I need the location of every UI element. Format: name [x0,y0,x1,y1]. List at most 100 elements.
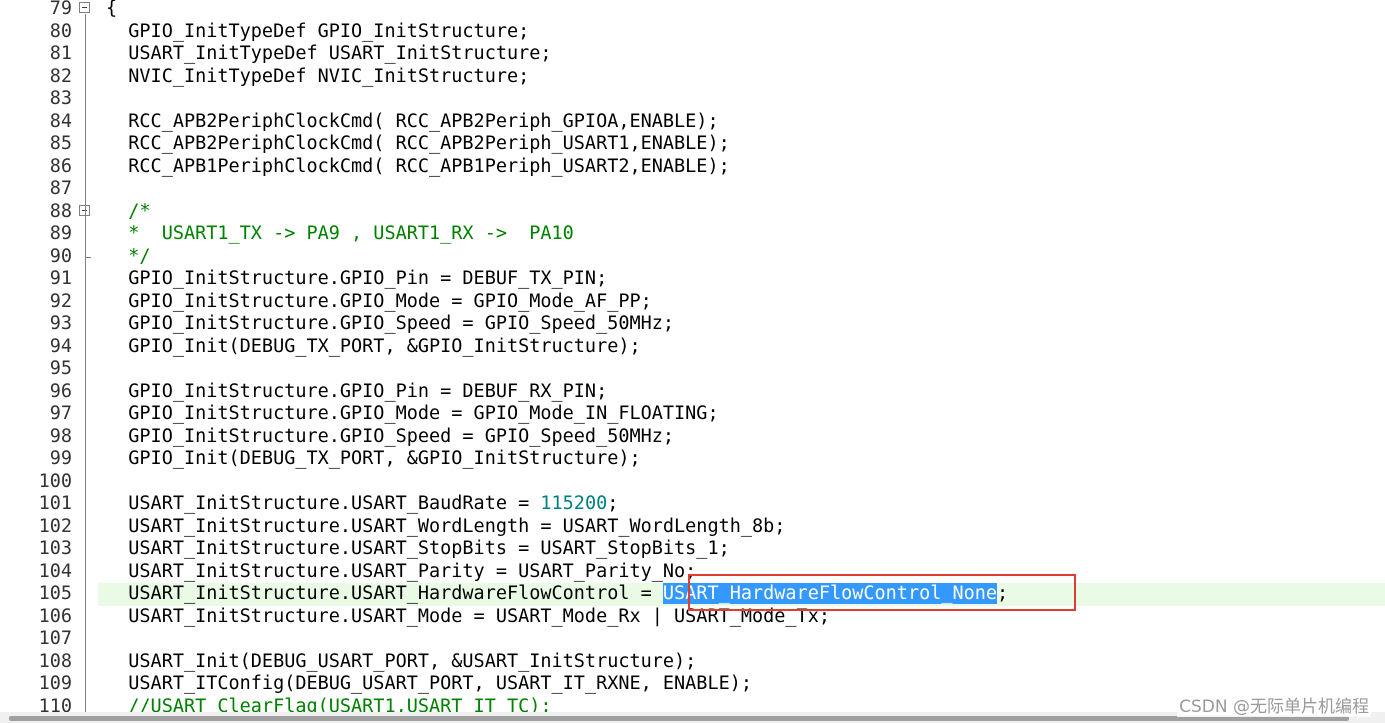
code-line[interactable]: 97 GPIO_InitStructure.GPIO_Mode = GPIO_M… [0,403,1385,426]
line-number: 103 [38,538,72,559]
code-line[interactable]: 101 USART_InitStructure.USART_BaudRate =… [0,493,1385,516]
code-line[interactable]: 107 [0,628,1385,651]
line-number: 104 [38,560,72,582]
code-token: GPIO_InitStructure.GPIO_Pin = DEBUF_RX_P… [106,380,608,402]
code-line[interactable]: 82 NVIC_InitTypeDef NVIC_InitStructure; [0,66,1385,89]
fold-collapse-icon[interactable] [79,2,90,13]
code-text: GPIO_InitStructure.GPIO_Speed = GPIO_Spe… [106,313,674,336]
code-line[interactable]: 99 GPIO_Init(DEBUG_TX_PORT, &GPIO_InitSt… [0,448,1385,471]
line-number: 109 [38,673,72,694]
line-number: 100 [38,470,72,492]
code-text: USART_InitStructure.USART_Mode = USART_M… [106,606,830,629]
code-line[interactable]: 90 */ [0,245,1385,269]
code-token: USART_InitStructure.USART_StopBits = USA… [106,538,730,559]
code-line[interactable]: 96 GPIO_InitStructure.GPIO_Pin = DEBUF_R… [0,381,1385,404]
comment-token: */ [106,245,151,267]
line-number: 86 [49,155,72,177]
fold-guide-line [84,216,86,256]
code-token: GPIO_InitStructure.GPIO_Pin = DEBUF_TX_P… [106,268,608,289]
code-text: USART_InitStructure.USART_HardwareFlowCo… [106,583,1008,606]
code-line[interactable]: 86 RCC_APB1PeriphClockCmd( RCC_APB1Perip… [0,156,1385,179]
code-line[interactable]: 83 [0,88,1385,111]
fold-end-marker [85,256,91,258]
code-text: /* [106,201,150,224]
code-line[interactable]: 106 USART_InitStructure.USART_Mode = USA… [0,606,1385,629]
code-token: GPIO_Init(DEBUG_TX_PORT, &GPIO_InitStruc… [106,448,641,469]
line-number: 91 [49,268,72,289]
code-token: GPIO_InitStructure.GPIO_Speed = GPIO_Spe… [106,313,675,334]
line-number: 82 [49,65,72,87]
line-number: 97 [49,403,72,424]
code-text: RCC_APB2PeriphClockCmd( RCC_APB2Periph_U… [106,133,730,156]
line-number: 93 [49,313,72,334]
code-text: USART_InitStructure.USART_WordLength = U… [106,516,785,539]
code-line[interactable]: 94 GPIO_Init(DEBUG_TX_PORT, &GPIO_InitSt… [0,336,1385,359]
code-token: GPIO_Init(DEBUG_TX_PORT, &GPIO_InitStruc… [106,335,641,357]
code-line[interactable]: 88 /* [0,201,1385,224]
code-text: */ [106,245,151,269]
code-line[interactable]: 79 { [0,0,1385,21]
code-line[interactable]: 85 RCC_APB2PeriphClockCmd( RCC_APB2Perip… [0,133,1385,156]
code-line[interactable]: 89 * USART1_TX -> PA9 , USART1_RX -> PA1… [0,223,1385,246]
line-number: 108 [38,650,72,672]
code-line[interactable]: 95 [0,358,1385,381]
selected-text: USART_HardwareFlowControl_None [662,583,998,604]
code-line[interactable]: 92 GPIO_InitStructure.GPIO_Mode = GPIO_M… [0,291,1385,314]
code-line[interactable]: 103 USART_InitStructure.USART_StopBits =… [0,538,1385,561]
code-text: GPIO_Init(DEBUG_TX_PORT, &GPIO_InitStruc… [106,335,641,359]
line-number: 92 [49,290,72,312]
line-number: 102 [38,515,72,537]
code-token: NVIC_InitTypeDef NVIC_InitStructure; [106,65,530,87]
code-text: GPIO_InitStructure.GPIO_Pin = DEBUF_RX_P… [106,381,607,404]
code-text: GPIO_InitTypeDef GPIO_InitStructure; [106,21,529,44]
code-line[interactable]: 80 GPIO_InitTypeDef GPIO_InitStructure; [0,21,1385,44]
line-number: 81 [49,43,72,64]
code-text: USART_InitTypeDef USART_InitStructure; [106,43,551,66]
code-line[interactable]: 105 USART_InitStructure.USART_HardwareFl… [0,583,1385,606]
code-token: { [106,0,118,19]
code-text: USART_InitStructure.USART_StopBits = USA… [106,538,730,561]
scrollbar-thumb[interactable] [9,716,1349,721]
code-text: USART_ITConfig(DEBUG_USART_PORT, USART_I… [106,673,752,696]
code-editor[interactable]: 79 {80 GPIO_InitTypeDef GPIO_InitStructur… [0,0,1385,723]
code-line[interactable]: 102 USART_InitStructure.USART_WordLength… [0,516,1385,539]
code-line[interactable]: 91 GPIO_InitStructure.GPIO_Pin = DEBUF_T… [0,268,1385,291]
line-number: 87 [49,178,72,199]
code-text: RCC_APB1PeriphClockCmd( RCC_APB1Periph_U… [106,156,729,179]
code-text: GPIO_InitStructure.GPIO_Pin = DEBUF_TX_P… [106,268,607,291]
watermark: CSDN @无际单片机编程 [1177,692,1371,717]
line-number: 101 [38,493,72,514]
line-number: 105 [38,583,72,604]
code-token: ; [997,583,1009,604]
number-token: 115200 [540,493,608,514]
line-number: 85 [49,133,72,154]
code-text: GPIO_InitStructure.GPIO_Mode = GPIO_Mode… [106,291,652,314]
code-text: USART_InitStructure.USART_Parity = USART… [106,561,696,584]
code-token: USART_InitStructure.USART_Mode = USART_M… [106,605,830,627]
code-text: RCC_APB2PeriphClockCmd( RCC_APB2Periph_G… [106,111,718,134]
line-number: 107 [38,628,72,649]
code-line[interactable]: 98 GPIO_InitStructure.GPIO_Speed = GPIO_… [0,426,1385,449]
code-line[interactable]: 108 USART_Init(DEBUG_USART_PORT, &USART_… [0,651,1385,674]
code-text: NVIC_InitTypeDef NVIC_InitStructure; [106,66,529,89]
code-token: GPIO_InitStructure.GPIO_Mode = GPIO_Mode… [106,403,719,424]
line-number: 106 [38,605,72,627]
code-line[interactable]: 104 USART_InitStructure.USART_Parity = U… [0,561,1385,584]
code-line[interactable]: 81 USART_InitTypeDef USART_InitStructure… [0,43,1385,66]
code-line[interactable]: 87 [0,178,1385,201]
code-token: GPIO_InitStructure.GPIO_Speed = GPIO_Spe… [106,425,675,447]
line-number: 88 [49,200,72,222]
code-line[interactable]: 93 GPIO_InitStructure.GPIO_Speed = GPIO_… [0,313,1385,336]
line-number: 94 [49,335,72,357]
code-text: USART_InitStructure.USART_BaudRate = 115… [106,493,618,516]
code-line[interactable]: 100 [0,471,1385,494]
comment-token: * USART1_TX -> PA9 , USART1_RX -> PA10 [106,223,574,244]
code-token: USART_Init(DEBUG_USART_PORT, &USART_Init… [106,650,697,672]
code-token: USART_InitStructure.USART_BaudRate = [106,493,541,514]
line-number: 98 [49,425,72,447]
code-token: USART_InitStructure.USART_HardwareFlowCo… [106,583,663,604]
code-token: RCC_APB2PeriphClockCmd( RCC_APB2Periph_U… [106,133,730,154]
line-number: 79 [49,0,72,19]
code-text: * USART1_TX -> PA9 , USART1_RX -> PA10 [106,223,574,246]
code-line[interactable]: 84 RCC_APB2PeriphClockCmd( RCC_APB2Perip… [0,111,1385,134]
